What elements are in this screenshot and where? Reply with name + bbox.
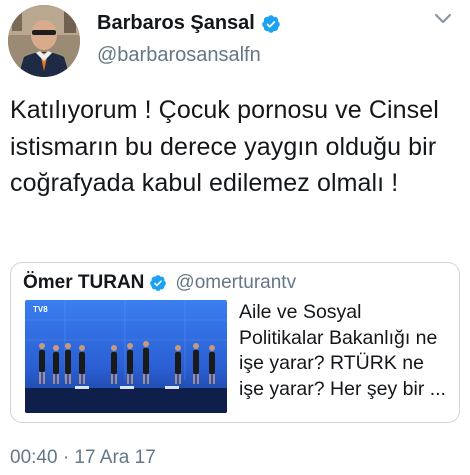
tweet-text: Katılıyorum ! Çocuk pornosu ve Cinsel is… [10, 96, 439, 197]
author-name-row[interactable]: Barbaros Şansal [97, 12, 281, 35]
quoted-tweet-card[interactable]: Ömer TURAN @omerturantv TV8 Aile ve Sosy… [10, 262, 460, 423]
verified-badge-icon [262, 14, 280, 33]
quoted-author-handle: @omerturantv [175, 272, 297, 293]
quoted-tweet-text: Aile ve Sosyal Politikalar Bakanlığı ne … [239, 301, 446, 400]
verified-badge-icon [150, 275, 167, 291]
quoted-author-row: Ömer TURAN @omerturantv [23, 272, 296, 294]
tweet-timestamp[interactable]: 00:40 · 17 Ara 17 [10, 447, 156, 469]
quoted-tweet-image[interactable]: TV8 [25, 300, 227, 413]
chevron-down-icon[interactable] [433, 12, 453, 26]
quoted-author-name: Ömer TURAN [23, 272, 145, 293]
svg-text:TV8: TV8 [33, 305, 48, 314]
author-handle[interactable]: @barbarosansalfn [97, 44, 261, 67]
author-avatar[interactable] [8, 5, 80, 77]
author-name[interactable]: Barbaros Şansal [97, 12, 255, 35]
